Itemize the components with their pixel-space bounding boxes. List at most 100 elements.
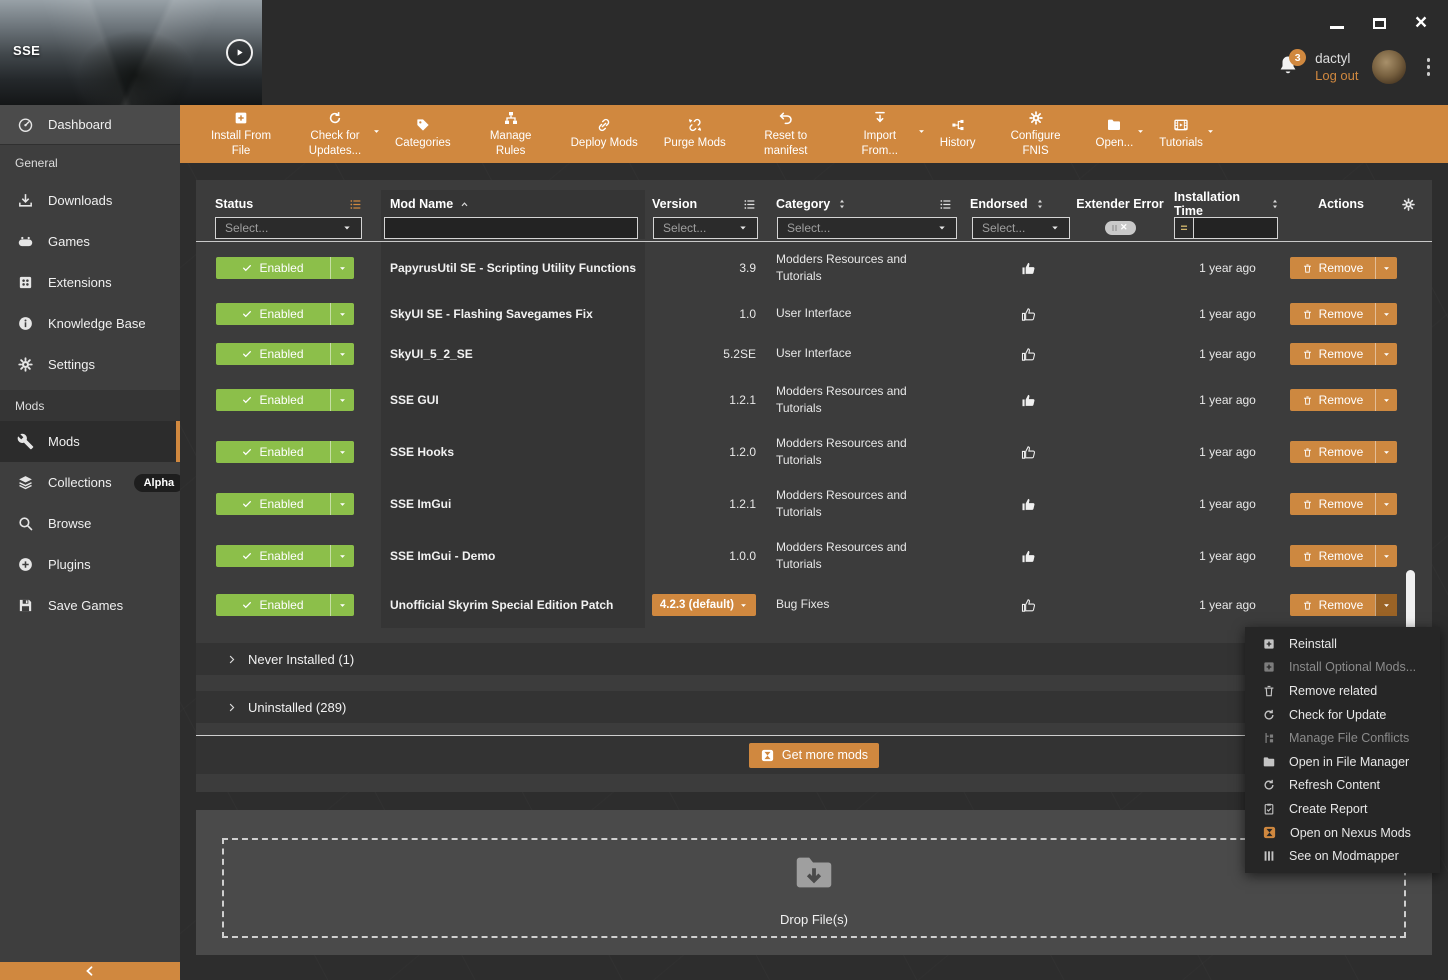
sidebar-item-downloads[interactable]: Downloads [0, 180, 180, 221]
column-header-installation-time[interactable]: Installation Time [1174, 190, 1263, 218]
endorse-thumb-icon[interactable] [1020, 548, 1037, 565]
category-filter-select[interactable]: Select... [777, 217, 957, 239]
context-menu-refresh-content[interactable]: Refresh Content [1245, 774, 1440, 798]
context-menu-see-on-modmapper[interactable]: See on Modmapper [1245, 844, 1440, 868]
remove-button[interactable]: Remove [1290, 303, 1397, 325]
context-menu-open-in-file-manager[interactable]: Open in File Manager [1245, 750, 1440, 774]
sidebar-item-dashboard[interactable]: Dashboard [0, 105, 180, 145]
status-dropdown-caret[interactable] [330, 441, 354, 463]
sidebar-item-knowledge-base[interactable]: Knowledge Base [0, 303, 180, 344]
remove-button[interactable]: Remove [1290, 343, 1397, 365]
table-row[interactable]: Enabled SkyUI SE - Flashing Savegames Fi… [196, 294, 1432, 334]
mod-name[interactable]: SSE ImGui [390, 497, 451, 511]
context-menu-check-for-update[interactable]: Check for Update [1245, 703, 1440, 727]
filter-list-icon[interactable] [743, 198, 756, 211]
context-menu-open-on-nexus-mods[interactable]: Open on Nexus Mods [1245, 821, 1440, 845]
remove-dropdown-caret[interactable] [1375, 545, 1397, 567]
mod-enabled-toggle[interactable]: Enabled [216, 493, 354, 515]
get-more-mods-button[interactable]: Get more mods [749, 743, 879, 768]
remove-button[interactable]: Remove [1290, 257, 1397, 279]
column-header-endorsed[interactable]: Endorsed [970, 197, 1028, 211]
version-select-button[interactable]: 4.2.3 (default) [652, 594, 756, 616]
table-row[interactable]: Enabled SSE ImGui - Demo 1.0.0 Modders R… [196, 530, 1432, 582]
endorse-thumb-icon[interactable] [1020, 597, 1037, 614]
remove-button[interactable]: Remove [1290, 441, 1397, 463]
remove-dropdown-caret[interactable] [1375, 389, 1397, 411]
overflow-menu-icon[interactable] [1419, 54, 1439, 80]
mod-name[interactable]: PapyrusUtil SE - Scripting Utility Funct… [390, 261, 636, 275]
mod-enabled-toggle[interactable]: Enabled [216, 389, 354, 411]
endorse-thumb-icon[interactable] [1020, 346, 1037, 363]
remove-button[interactable]: Remove [1290, 493, 1397, 515]
remove-button[interactable]: Remove [1290, 594, 1397, 616]
endorse-thumb-icon[interactable] [1020, 306, 1037, 323]
avatar[interactable] [1372, 50, 1406, 84]
toolbar-deploy-mods[interactable]: Deploy Mods [558, 105, 651, 163]
caret-down-icon[interactable] [1206, 127, 1215, 136]
toolbar-configure-fnis[interactable]: Configure FNIS [989, 105, 1083, 163]
filter-list-icon[interactable] [939, 198, 952, 211]
status-dropdown-caret[interactable] [330, 594, 354, 616]
table-row[interactable]: Enabled Unofficial Skyrim Special Editio… [196, 582, 1432, 628]
column-header-mod-name[interactable]: Mod Name [390, 197, 453, 211]
endorse-thumb-icon[interactable] [1020, 444, 1037, 461]
remove-dropdown-caret[interactable] [1375, 303, 1397, 325]
extender-error-filter-toggle[interactable]: ✕ [1105, 221, 1136, 235]
sidebar-item-collections[interactable]: Collections Alpha [0, 462, 180, 503]
toolbar-history[interactable]: History [927, 105, 989, 163]
toolbar-categories[interactable]: Categories [382, 105, 464, 163]
toolbar-open[interactable]: Open... [1083, 105, 1147, 163]
endorsed-filter-select[interactable]: Select... [972, 217, 1070, 239]
toolbar-import-from[interactable]: Import From... [833, 105, 927, 163]
mod-name-filter-input[interactable] [384, 217, 638, 239]
table-row[interactable]: Enabled PapyrusUtil SE - Scripting Utili… [196, 242, 1432, 294]
mod-name[interactable]: SSE Hooks [390, 445, 454, 459]
mod-enabled-toggle[interactable]: Enabled [216, 303, 354, 325]
mod-name[interactable]: SkyUI SE - Flashing Savegames Fix [390, 307, 593, 321]
table-row[interactable]: Enabled SkyUI_5_2_SE 5.2SE User Interfac… [196, 334, 1432, 374]
mod-enabled-toggle[interactable]: Enabled [216, 343, 354, 365]
play-game-button[interactable] [226, 39, 253, 66]
time-filter-operator[interactable]: = [1174, 217, 1193, 239]
status-dropdown-caret[interactable] [330, 343, 354, 365]
toolbar-install-from-file[interactable]: Install From File [194, 105, 288, 163]
status-dropdown-caret[interactable] [330, 545, 354, 567]
remove-dropdown-caret[interactable] [1375, 257, 1397, 279]
status-dropdown-caret[interactable] [330, 389, 354, 411]
mod-name[interactable]: SSE ImGui - Demo [390, 549, 495, 563]
time-filter-input[interactable] [1193, 217, 1278, 239]
table-settings-gear-icon[interactable] [1401, 197, 1416, 212]
caret-down-icon[interactable] [372, 127, 381, 136]
endorse-thumb-icon[interactable] [1020, 392, 1037, 409]
caret-down-icon[interactable] [917, 127, 926, 136]
mod-enabled-toggle[interactable]: Enabled [216, 545, 354, 567]
mod-name[interactable]: SSE GUI [390, 393, 439, 407]
mod-enabled-toggle[interactable]: Enabled [216, 594, 354, 616]
remove-button[interactable]: Remove [1290, 389, 1397, 411]
logout-link[interactable]: Log out [1315, 68, 1358, 83]
mod-enabled-toggle[interactable]: Enabled [216, 257, 354, 279]
sidebar-item-save-games[interactable]: Save Games [0, 585, 180, 626]
toolbar-reset-to-manifest[interactable]: Reset to manifest [739, 105, 833, 163]
status-filter-select[interactable]: Select... [215, 217, 362, 239]
toolbar-manage-rules[interactable]: Manage Rules [464, 105, 558, 163]
mod-enabled-toggle[interactable]: Enabled [216, 441, 354, 463]
remove-dropdown-caret[interactable] [1375, 441, 1397, 463]
status-dropdown-caret[interactable] [330, 303, 354, 325]
remove-dropdown-caret[interactable] [1375, 594, 1397, 616]
mod-name[interactable]: Unofficial Skyrim Special Edition Patch [390, 598, 613, 612]
sidebar-item-mods[interactable]: Mods [0, 421, 180, 462]
status-dropdown-caret[interactable] [330, 257, 354, 279]
table-row[interactable]: Enabled SSE ImGui 1.2.1 Modders Resource… [196, 478, 1432, 530]
sidebar-item-browse[interactable]: Browse [0, 503, 180, 544]
filter-list-icon[interactable] [349, 198, 362, 211]
sidebar-collapse-bar[interactable] [0, 962, 180, 980]
endorse-thumb-icon[interactable] [1020, 260, 1037, 277]
table-row[interactable]: Enabled SSE GUI 1.2.1 Modders Resources … [196, 374, 1432, 426]
table-row[interactable]: Enabled SSE Hooks 1.2.0 Modders Resource… [196, 426, 1432, 478]
toolbar-tutorials[interactable]: Tutorials [1146, 105, 1216, 163]
status-dropdown-caret[interactable] [330, 493, 354, 515]
sidebar-item-settings[interactable]: Settings [0, 344, 180, 385]
remove-dropdown-caret[interactable] [1375, 343, 1397, 365]
column-header-category[interactable]: Category [776, 197, 830, 211]
